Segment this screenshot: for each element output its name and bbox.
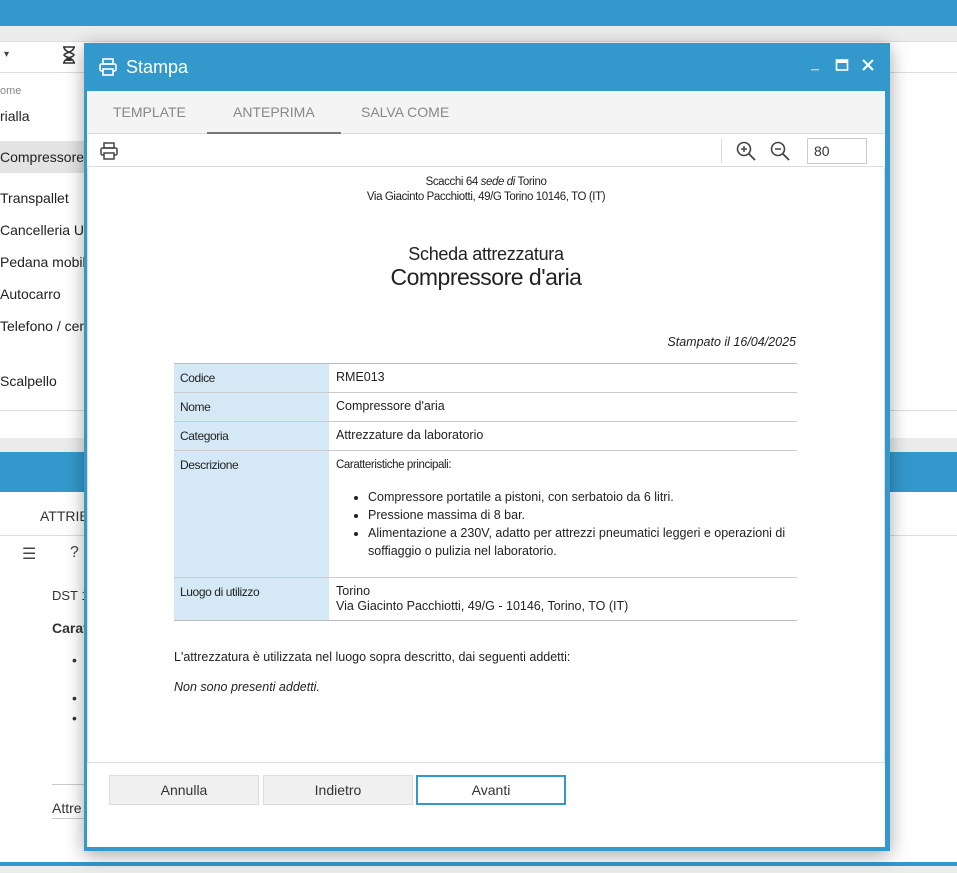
minimize-icon[interactable] (808, 57, 824, 73)
tab-attributes[interactable]: ATTRIB (40, 508, 89, 524)
close-icon[interactable] (860, 57, 876, 73)
detail-field-label: Attre (52, 800, 82, 816)
preview-toolbar (87, 134, 885, 167)
list-item[interactable]: rialla (0, 108, 30, 124)
printed-date: Stampato il 16/04/2025 (667, 335, 796, 349)
field-label: Codice (174, 363, 329, 393)
bullet: • (72, 652, 77, 668)
dropdown-arrow-icon[interactable]: ▾ (4, 49, 9, 60)
print-icon[interactable] (99, 141, 119, 161)
document-title: Compressore d'aria (390, 264, 582, 290)
back-button[interactable]: Indietro (263, 775, 413, 805)
column-header: ome (0, 85, 22, 97)
dialog-body: TEMPLATE ANTEPRIMA SALVA COME 80 Scacchi… (87, 91, 885, 847)
company-header: Scacchi 64 sede di Torino (88, 176, 884, 188)
zoom-input[interactable] (807, 138, 867, 164)
field-value: Attrezzature da laboratorio (329, 421, 797, 451)
list-item: Compressore portatile a pistoni, con ser… (368, 488, 790, 506)
tab-bar: TEMPLATE ANTEPRIMA SALVA COME (87, 91, 885, 134)
field-value: RME013 (336, 370, 385, 384)
list-item: Pressione massima di 8 bar. (368, 506, 790, 524)
app-top-bar (0, 0, 957, 26)
list-item-selected[interactable]: Compressore d (0, 141, 96, 173)
field-label: Descrizione (174, 450, 329, 578)
table-row: Nome Compressore d'aria (174, 392, 797, 422)
company-city: Torino (517, 176, 547, 188)
list-item[interactable]: Cancelleria Uff (0, 222, 92, 238)
table-row: Descrizione Caratteristiche principali: … (174, 450, 797, 578)
list-item[interactable]: Pedana mobile (0, 254, 93, 270)
table-row: Codice RME013 (174, 363, 797, 393)
list-item[interactable]: Telefono / cen (0, 318, 87, 334)
table-row: Categoria Attrezzature da laboratorio (174, 421, 797, 451)
dialog-title: Stampa (126, 56, 189, 77)
document-subtitle: Scheda attrezzatura (408, 244, 564, 264)
print-dialog: Stampa TEMPLATE ANTEPRIMA SALVA COME 80 … (84, 43, 890, 851)
description-list: Compressore portatile a pistoni, con ser… (368, 488, 790, 560)
description-heading: Caratteristiche principali: (336, 459, 452, 471)
bullet: • (72, 690, 77, 706)
cancel-button[interactable]: Annulla (109, 775, 259, 805)
next-button[interactable]: Avanti (416, 775, 566, 805)
dialog-footer: Annulla Indietro Avanti (87, 763, 885, 847)
print-icon (99, 58, 117, 76)
print-preview: Scacchi 64 sede di Torino Via Giacinto P… (87, 168, 885, 763)
tab-save-as[interactable]: SALVA COME (335, 91, 475, 134)
list-item[interactable]: Transpallet (0, 190, 69, 206)
list-item[interactable]: Scalpello (0, 373, 57, 389)
tab-template[interactable]: TEMPLATE (87, 91, 212, 134)
zoom-in-icon[interactable] (735, 140, 757, 162)
field-label: Nome (174, 392, 329, 422)
hourglass-icon[interactable] (62, 46, 76, 64)
help-icon[interactable]: ? (70, 544, 79, 562)
tab-preview[interactable]: ANTEPRIMA (207, 91, 341, 134)
field-value: Caratteristiche principali: Compressore … (329, 450, 797, 578)
bullet: • (72, 710, 77, 726)
field-value: Compressore d'aria (329, 392, 797, 422)
bottom-bar (0, 862, 957, 866)
company-name: Scacchi 64 (425, 176, 479, 188)
company-sede: sede di (480, 176, 516, 188)
field-label: Categoria (174, 421, 329, 451)
divider (721, 139, 722, 163)
field-value: Torino Via Giacinto Pacchiotti, 49/G - 1… (329, 577, 797, 621)
list-item[interactable]: Autocarro (0, 286, 61, 302)
dialog-title-bar: Stampa (98, 55, 188, 79)
field-label: Luogo di utilizzo (174, 577, 329, 621)
detail-heading: Carat (52, 620, 88, 636)
window-controls (808, 57, 876, 73)
maximize-icon[interactable] (834, 57, 850, 73)
table-row: Luogo di utilizzo Torino Via Giacinto Pa… (174, 577, 797, 621)
no-staff-text: Non sono presenti addetti. (174, 680, 320, 694)
usage-text: L'attrezzatura è utilizzata nel luogo so… (174, 650, 571, 664)
equipment-table: Codice RME013 Nome Compressore d'aria Ca… (174, 363, 797, 621)
location-city: Torino (336, 584, 371, 598)
company-address: Via Giacinto Pacchiotti, 49/G Torino 101… (366, 191, 606, 203)
location-address: Via Giacinto Pacchiotti, 49/G - 10146, T… (336, 599, 629, 613)
zoom-out-icon[interactable] (769, 140, 791, 162)
list-icon[interactable]: ☰ (22, 544, 36, 564)
list-item: Alimentazione a 230V, adatto per attrezz… (368, 524, 790, 560)
